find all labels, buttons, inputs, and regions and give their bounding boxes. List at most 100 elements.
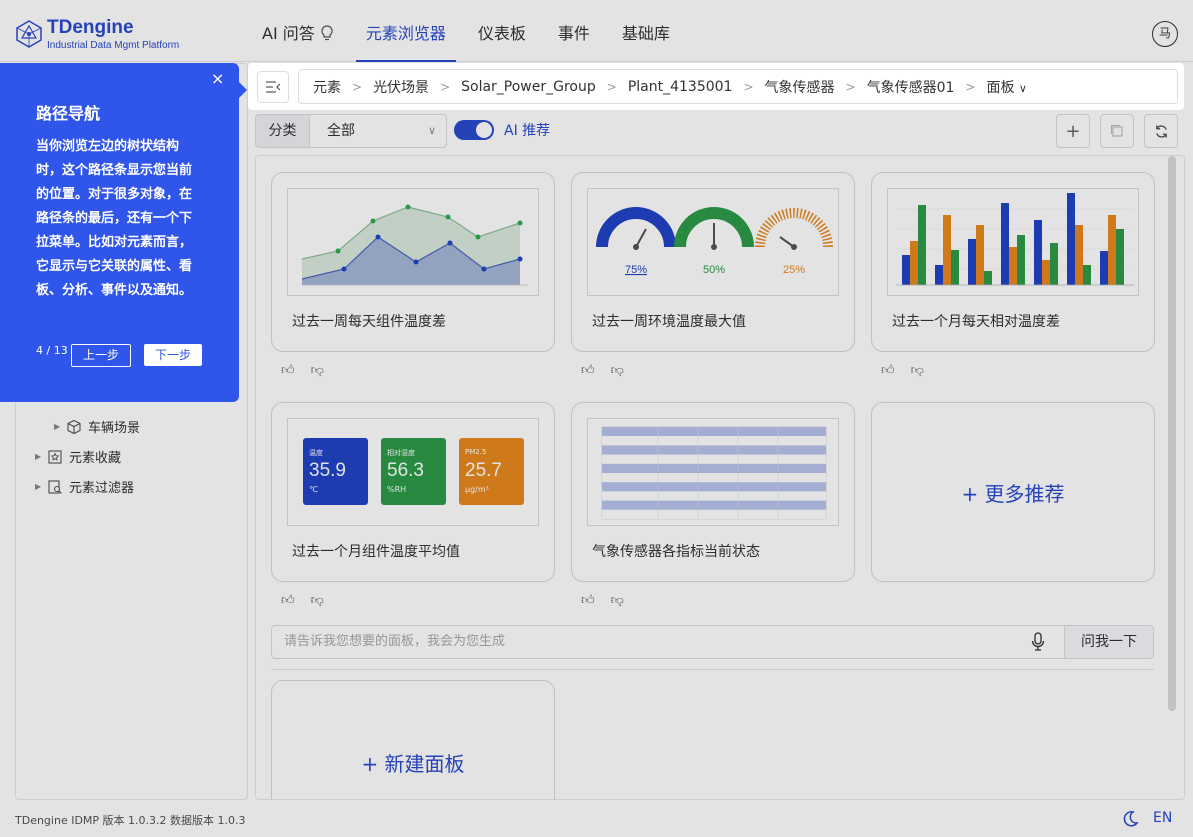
thumbs-down-icon[interactable]: 👎︎ [311,593,324,608]
breadcrumb-item[interactable]: 光伏场景 [373,77,429,97]
thumbnail-bar [968,239,976,285]
thumbnail-bar [1042,260,1050,285]
breadcrumb-item[interactable]: 气象传感器01 [867,77,955,97]
moon-icon[interactable] [1121,810,1139,828]
version-text: TDengine IDMP 版本 1.0.3.2 数据版本 1.0.3 [15,814,246,827]
panel-card[interactable]: 气象传感器各指标当前状态 [571,402,855,582]
nav-events[interactable]: 事件 [548,5,600,62]
breadcrumb-item[interactable]: 元素 [313,77,341,97]
thumbs-up-icon[interactable]: 👍︎ [281,593,295,608]
tree-item-label: 元素收藏 [69,451,122,466]
nav-ai-qa-label: AI 问答 [262,24,315,43]
thumbnail-table-row [602,436,826,446]
ask-button[interactable]: 问我一下 [1065,625,1154,659]
panel-card[interactable]: 过去一周每天组件温度差 [271,172,555,352]
chevron-right-icon: > [965,79,976,94]
thumbs-up-icon[interactable]: 👍︎ [581,593,595,608]
breadcrumb-item[interactable]: Solar_Power_Group [461,79,596,95]
thumbnail-bar [1100,251,1108,285]
breadcrumb-item[interactable]: 气象传感器 [765,77,835,97]
panel-content-area: 过去一周每天组件温度差 👍︎ 👎︎ 75% 50% 25% 过去一周环境温度最大值… [255,155,1185,800]
new-panel-card[interactable]: + 新建面板 [271,680,555,799]
thumbs-up-icon[interactable]: 👍︎ [881,363,895,378]
ai-recommend-toggle[interactable] [454,120,494,140]
tour-next-button[interactable]: 下一步 [144,344,202,366]
chevron-right-icon: > [606,79,617,94]
thumbs-down-icon[interactable]: 👎︎ [611,363,624,378]
stat-tile: PM2.5 25.7 μg/m³ [459,438,524,505]
language-switch[interactable]: EN [1153,810,1172,826]
user-avatar[interactable]: 马 [1152,21,1178,47]
nav-library[interactable]: 基础库 [612,5,680,62]
chevron-down-icon: ∨ [427,124,436,137]
stat-tile-value: 35.9 [309,460,346,481]
microphone-icon[interactable] [1031,632,1045,652]
thumbnail-table-row [602,445,826,455]
thumbs-up-icon[interactable]: 👍︎ [581,363,595,378]
nav-ai-qa[interactable]: AI 问答 [252,5,344,62]
caret-right-icon[interactable]: ▶ [35,452,47,461]
thumbs-down-icon[interactable]: 👎︎ [311,363,324,378]
new-panel-label: + 新建面板 [361,752,465,776]
gauge-label: 50% [703,264,725,276]
category-select[interactable]: 全部 ∨ [309,114,447,148]
tree-item-favorites[interactable]: ▶ 元素收藏 [35,447,121,466]
copy-icon [1110,124,1123,137]
panel-card[interactable]: 75% 50% 25% 过去一周环境温度最大值 [571,172,855,352]
tree-item-label: 元素过滤器 [69,481,135,496]
more-recommend-card[interactable]: + 更多推荐 [871,402,1155,582]
thumbs-down-icon[interactable]: 👎︎ [611,593,624,608]
tour-body: 当你浏览左边的树状结构时，这个路径条显示您当前的位置。对于很多对象，在路径条的最… [36,139,193,298]
card-title: 过去一周环境温度最大值 [592,314,746,330]
breadcrumb: 元素 > 光伏场景 > Solar_Power_Group > Plant_41350… [298,69,1178,104]
thumbnail-table-row [602,463,826,473]
card-thumbnail [887,188,1139,296]
favorites-icon [48,449,62,464]
chevron-down-icon: ∨ [1018,81,1027,95]
nav-dashboard[interactable]: 仪表板 [468,5,536,62]
thumbnail-bar [943,215,951,285]
chevron-right-icon: > [845,79,856,94]
plus-icon: + [1065,120,1081,142]
breadcrumb-dropdown-label: 面板 [986,79,1015,96]
app-header: TDengine Industrial Data Mgmt Platform A… [0,5,1193,62]
thumbnail-bar [1050,243,1058,285]
card-feedback: 👍︎ 👎︎ [581,593,624,608]
tree-item-vehicle-scene[interactable]: ▶ 车辆场景 [54,417,140,436]
breadcrumb-item[interactable]: Plant_4135001 [628,79,733,95]
thumbnail-bar [1108,215,1116,285]
breadcrumb-dropdown[interactable]: 面板 ∨ [986,77,1027,97]
thumbnail-table-row [602,482,826,492]
tour-arrow [239,82,247,98]
thumbnail-bar [910,241,918,285]
thumbs-up-icon[interactable]: 👍︎ [281,363,295,378]
ask-input[interactable]: 请告诉我您想要的面板，我会为您生成 [271,625,1065,659]
card-feedback: 👍︎ 👎︎ [581,363,624,378]
filter-bar: 分类 全部 ∨ AI 推荐 + [255,112,1185,150]
caret-right-icon[interactable]: ▶ [35,482,47,491]
thumbnail-bar [1034,220,1042,285]
refresh-button[interactable] [1144,114,1178,148]
thumbnail-bar [935,265,943,285]
thumbs-down-icon[interactable]: 👎︎ [911,363,924,378]
caret-right-icon[interactable]: ▶ [54,422,66,431]
gauge-label: 25% [783,264,805,276]
logo[interactable]: TDengine Industrial Data Mgmt Platform [14,17,214,53]
add-button[interactable]: + [1056,114,1090,148]
scrollbar[interactable] [1168,156,1176,711]
nav-element-browser[interactable]: 元素浏览器 [355,5,456,62]
close-icon[interactable]: × [211,69,224,88]
stat-tile: 相对湿度 56.3 %RH [381,438,446,505]
thumbnail-bar [1075,225,1083,285]
divider [271,669,1154,670]
tree-item-filters[interactable]: ▶ 元素过滤器 [35,477,134,496]
copy-button[interactable] [1100,114,1134,148]
tour-title: 路径导航 [36,104,101,123]
tour-prev-button[interactable]: 上一步 [71,344,131,367]
panel-card[interactable]: 温度 35.9 ℃ 相对湿度 56.3 %RH PM2.5 25.7 μg/m³… [271,402,555,582]
thumbnail-bar [1083,265,1091,285]
panel-card[interactable]: 过去一个月每天相对温度差 [871,172,1155,352]
stat-tile-label: 温度 [309,449,323,457]
sidebar-toggle-button[interactable] [257,71,289,103]
tree-item-label: 车辆场景 [88,421,141,436]
